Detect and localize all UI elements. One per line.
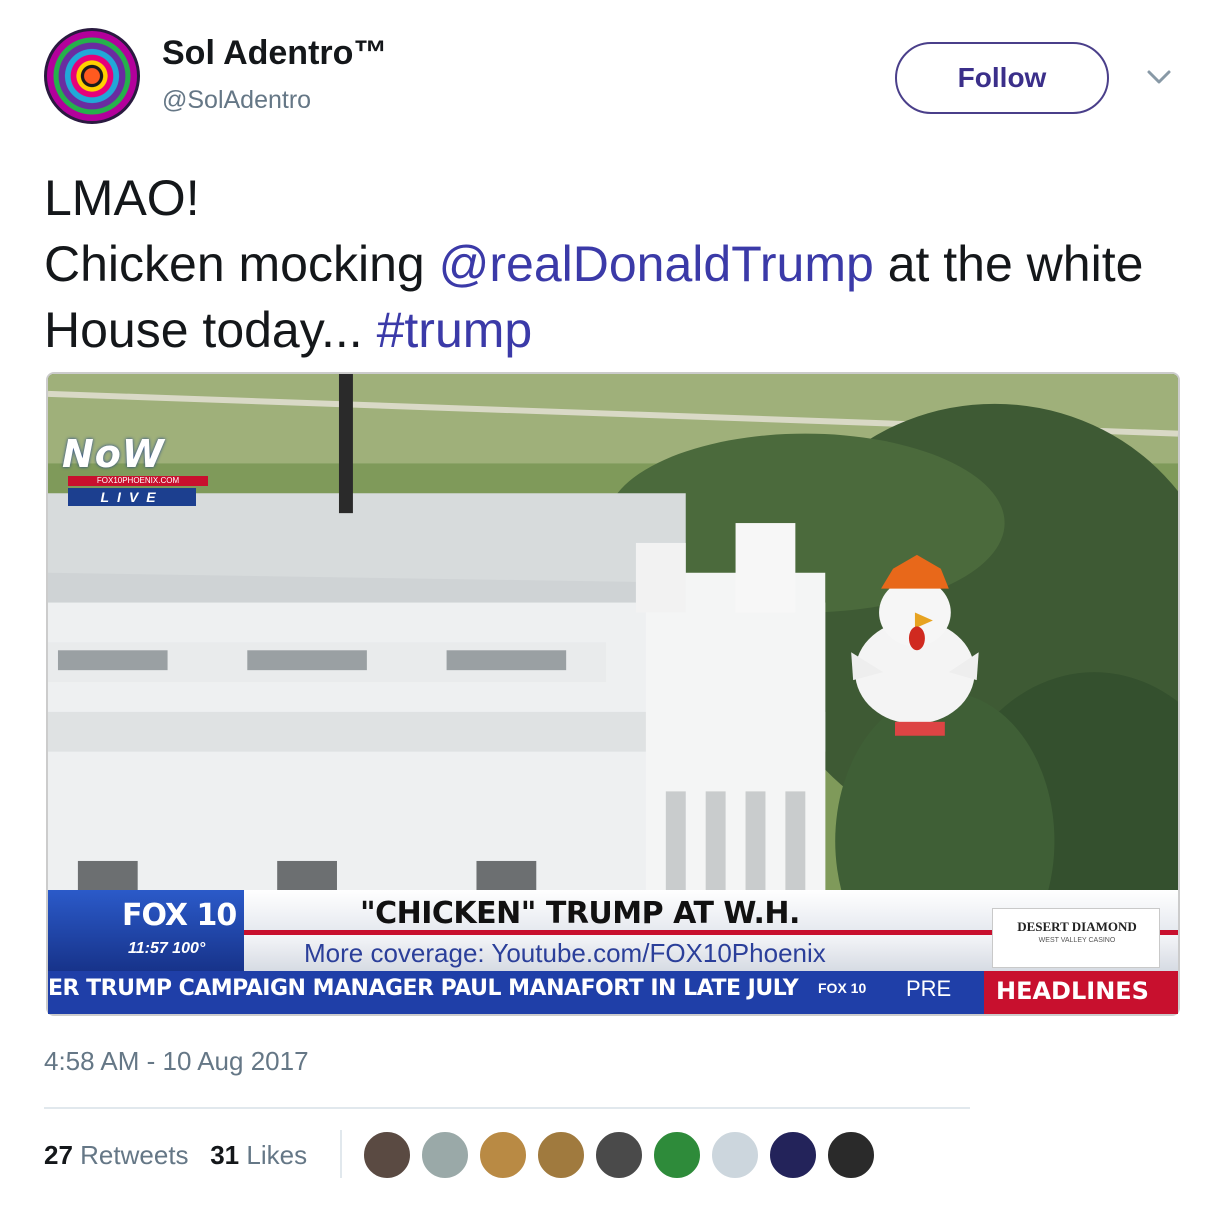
tweet-body: Chicken mocking @realDonaldTrump at the … (44, 231, 1164, 363)
channel-name: FOX 10 (122, 898, 237, 933)
chevron-down-icon[interactable] (1145, 66, 1173, 88)
likes-count[interactable]: 31 (210, 1140, 239, 1170)
author-name[interactable]: Sol Adentro™ (162, 34, 387, 73)
time-temp: 11:57 100° (128, 940, 206, 957)
liker-avatar[interactable] (710, 1130, 760, 1180)
sponsor-name: DESERT DIAMOND (1017, 919, 1137, 934)
tweet-text: LMAO! Chicken mocking @realDonaldTrump a… (44, 165, 1164, 363)
news-headline: "CHICKEN" TRUMP AT W.H. (360, 896, 800, 931)
author-handle[interactable]: @SolAdentro (162, 86, 311, 115)
tweet-stats: 27 Retweets 31 Likes (44, 1140, 307, 1171)
liker-avatar[interactable] (652, 1130, 702, 1180)
sponsor-sub: WEST VALLEY CASINO (1038, 937, 1116, 944)
headlines-badge: HEADLINES (984, 971, 1178, 1014)
live-badge: LIVE (68, 488, 196, 506)
follow-button[interactable]: Follow (895, 42, 1109, 114)
liker-avatar[interactable] (594, 1130, 644, 1180)
author-avatar[interactable] (44, 28, 140, 124)
channel-logo: NoW (62, 432, 165, 476)
liker-avatar[interactable] (362, 1130, 412, 1180)
ticker-next: PRE (906, 976, 952, 1001)
tweet-line-1: LMAO! (44, 170, 200, 226)
tweet-timestamp[interactable]: 4:58 AM - 10 Aug 2017 (44, 1046, 309, 1077)
mention-link[interactable]: @realDonaldTrump (439, 236, 874, 292)
liker-avatar[interactable] (478, 1130, 528, 1180)
tweet-text-part: Chicken mocking (44, 236, 439, 292)
liker-avatar[interactable] (768, 1130, 818, 1180)
divider (44, 1107, 970, 1109)
liker-avatar[interactable] (420, 1130, 470, 1180)
headlines-label: HEADLINES (996, 977, 1149, 1005)
liker-avatar[interactable] (826, 1130, 876, 1180)
stats-separator (340, 1130, 342, 1178)
hashtag-link[interactable]: #trump (377, 302, 533, 358)
likes-label[interactable]: Likes (246, 1140, 307, 1170)
retweets-label[interactable]: Retweets (80, 1140, 188, 1170)
channel-site: FOX10PHOENIX.COM (68, 476, 208, 486)
retweets-count[interactable]: 27 (44, 1140, 73, 1170)
ticker-text: ER TRUMP CAMPAIGN MANAGER PAUL MANAFORT … (48, 976, 799, 1001)
ticker-logo: FOX 10 (818, 980, 867, 996)
channel-badge: FOX 10 11:57 100° (48, 890, 244, 971)
liker-avatar[interactable] (536, 1130, 586, 1180)
coverage-text: More coverage: Youtube.com/FOX10Phoenix (304, 938, 826, 968)
news-lower-third: FOX 10 11:57 100° "CHICKEN" TRUMP AT W.H… (48, 890, 1178, 1014)
sponsor-logo: DESERT DIAMOND WEST VALLEY CASINO (992, 908, 1160, 968)
